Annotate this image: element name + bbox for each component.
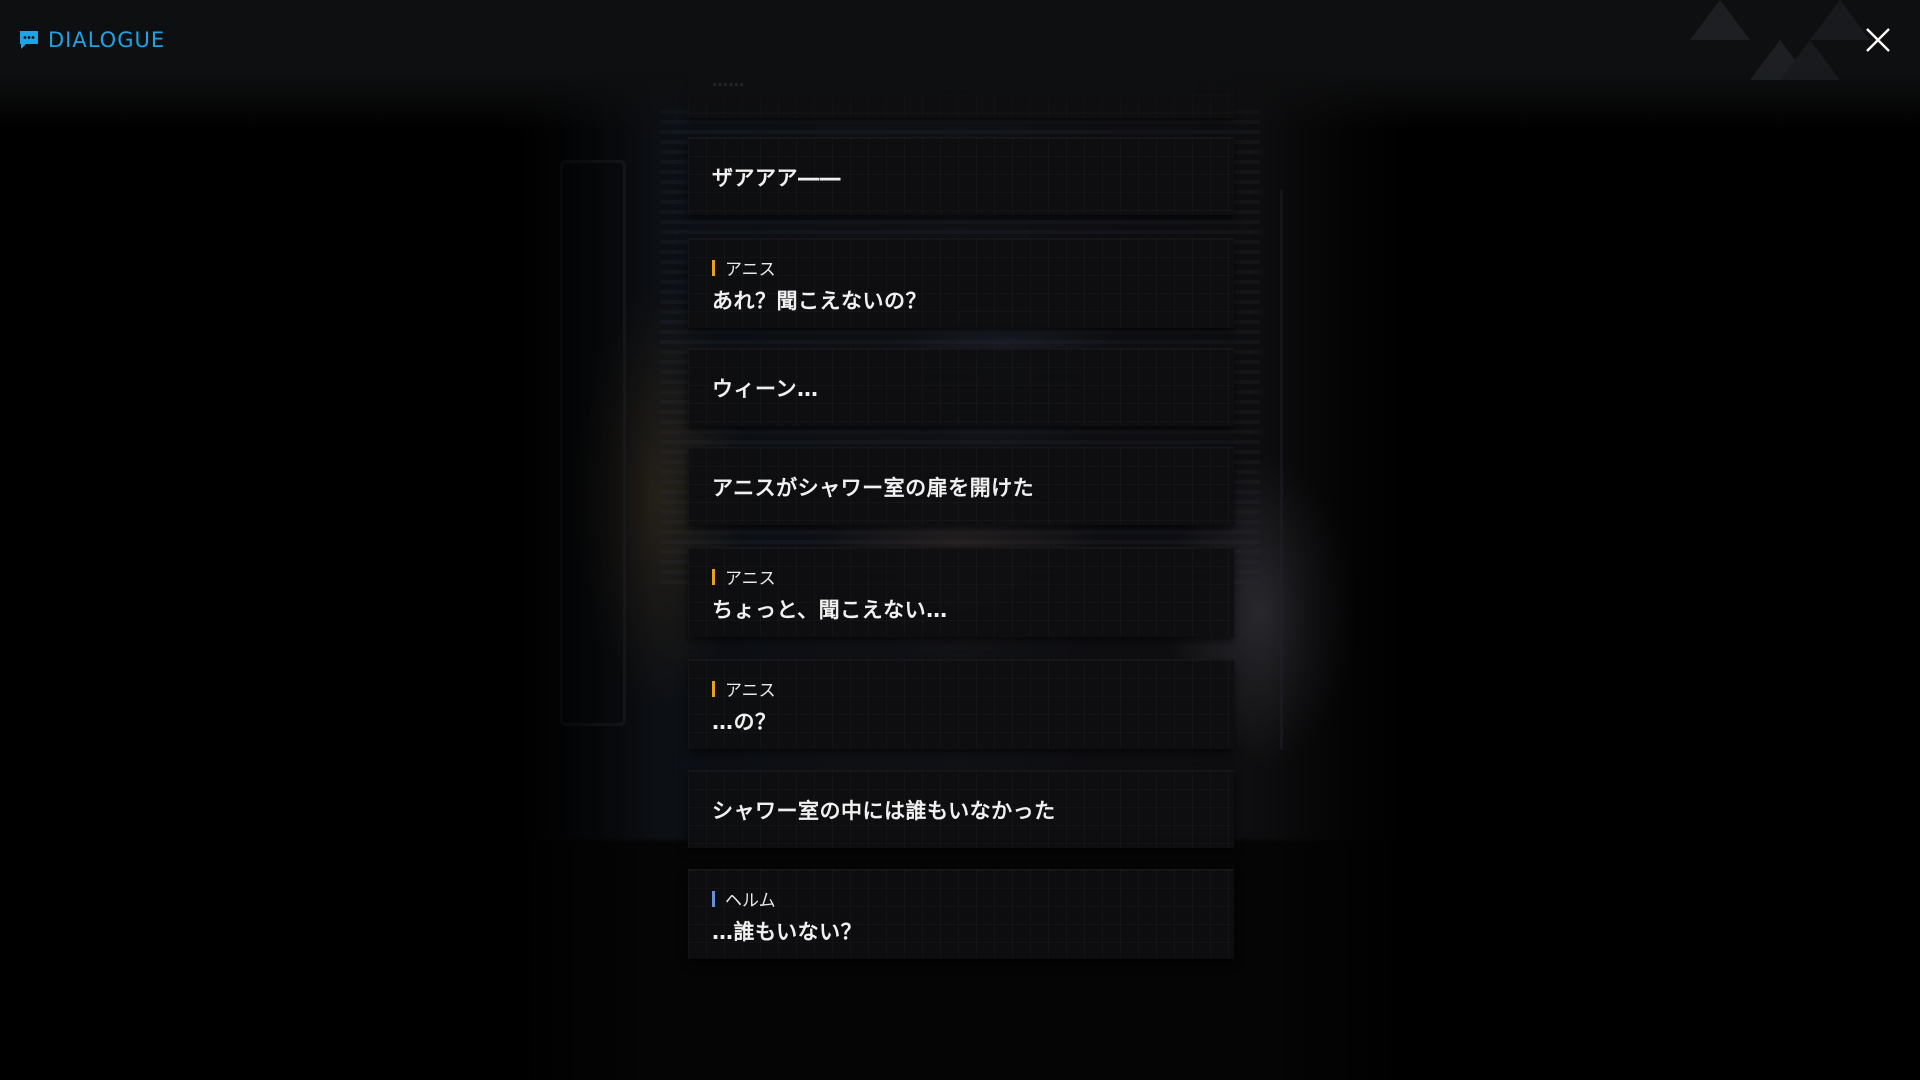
dialogue-text: …の？ <box>712 710 777 734</box>
speaker-marker <box>712 568 715 585</box>
dialogue-text: ウィーン… <box>712 376 819 401</box>
dialogue-log-list[interactable]: …… ザアアア―― アニス あれ？聞こえないの？ ウィーン… アニスがシャワー室… <box>688 0 1234 1080</box>
header-title-group: DIALOGUE <box>18 28 165 52</box>
speaker-marker <box>712 259 715 276</box>
dialogue-entry: シャワー室の中には誰もいなかった <box>688 770 1234 848</box>
speaker-row: アニス <box>712 676 776 701</box>
speaker-row: アニス <box>712 564 776 589</box>
dialogue-entry: アニスがシャワー室の扉を開けた <box>688 447 1234 525</box>
dialogue-entry: ウィーン… <box>688 348 1234 426</box>
dialogue-entry: アニス ちょっと、聞こえない… <box>688 547 1234 637</box>
dialogue-entry: アニス …の？ <box>688 659 1234 749</box>
dialogue-entry: ザアアア―― <box>688 137 1234 215</box>
speaker-marker <box>712 680 715 697</box>
dialogue-text: シャワー室の中には誰もいなかった <box>712 798 1056 823</box>
dialogue-log-screen: …… ザアアア―― アニス あれ？聞こえないの？ ウィーン… アニスがシャワー室… <box>0 0 1920 1080</box>
speaker-row: アニス <box>712 255 776 280</box>
dialogue-entry: アニス あれ？聞こえないの？ <box>688 238 1234 328</box>
dialogue-text: アニスがシャワー室の扉を開けた <box>712 475 1035 500</box>
speaker-name: ヘルム <box>725 891 776 911</box>
dialogue-entry: ヘルム …誰もいない？ <box>688 869 1234 959</box>
dialogue-text: あれ？聞こえないの？ <box>712 289 927 313</box>
dialogue-text: …誰もいない？ <box>712 920 863 944</box>
speaker-name: アニス <box>725 260 776 280</box>
dialogue-text: ちょっと、聞こえない… <box>712 598 948 622</box>
speaker-row: ヘルム <box>712 886 776 911</box>
chat-bubble-icon <box>20 31 38 49</box>
speaker-marker <box>712 890 715 907</box>
speaker-name: アニス <box>725 681 776 701</box>
close-icon[interactable] <box>1862 24 1894 56</box>
page-title: DIALOGUE <box>48 28 166 52</box>
dialogue-text: ザアアア―― <box>712 165 841 190</box>
dialogue-entry-partial: …… <box>688 58 1234 118</box>
corner-decoration <box>1690 0 1870 80</box>
dialogue-text: …… <box>712 71 745 90</box>
speaker-name: アニス <box>725 569 776 589</box>
